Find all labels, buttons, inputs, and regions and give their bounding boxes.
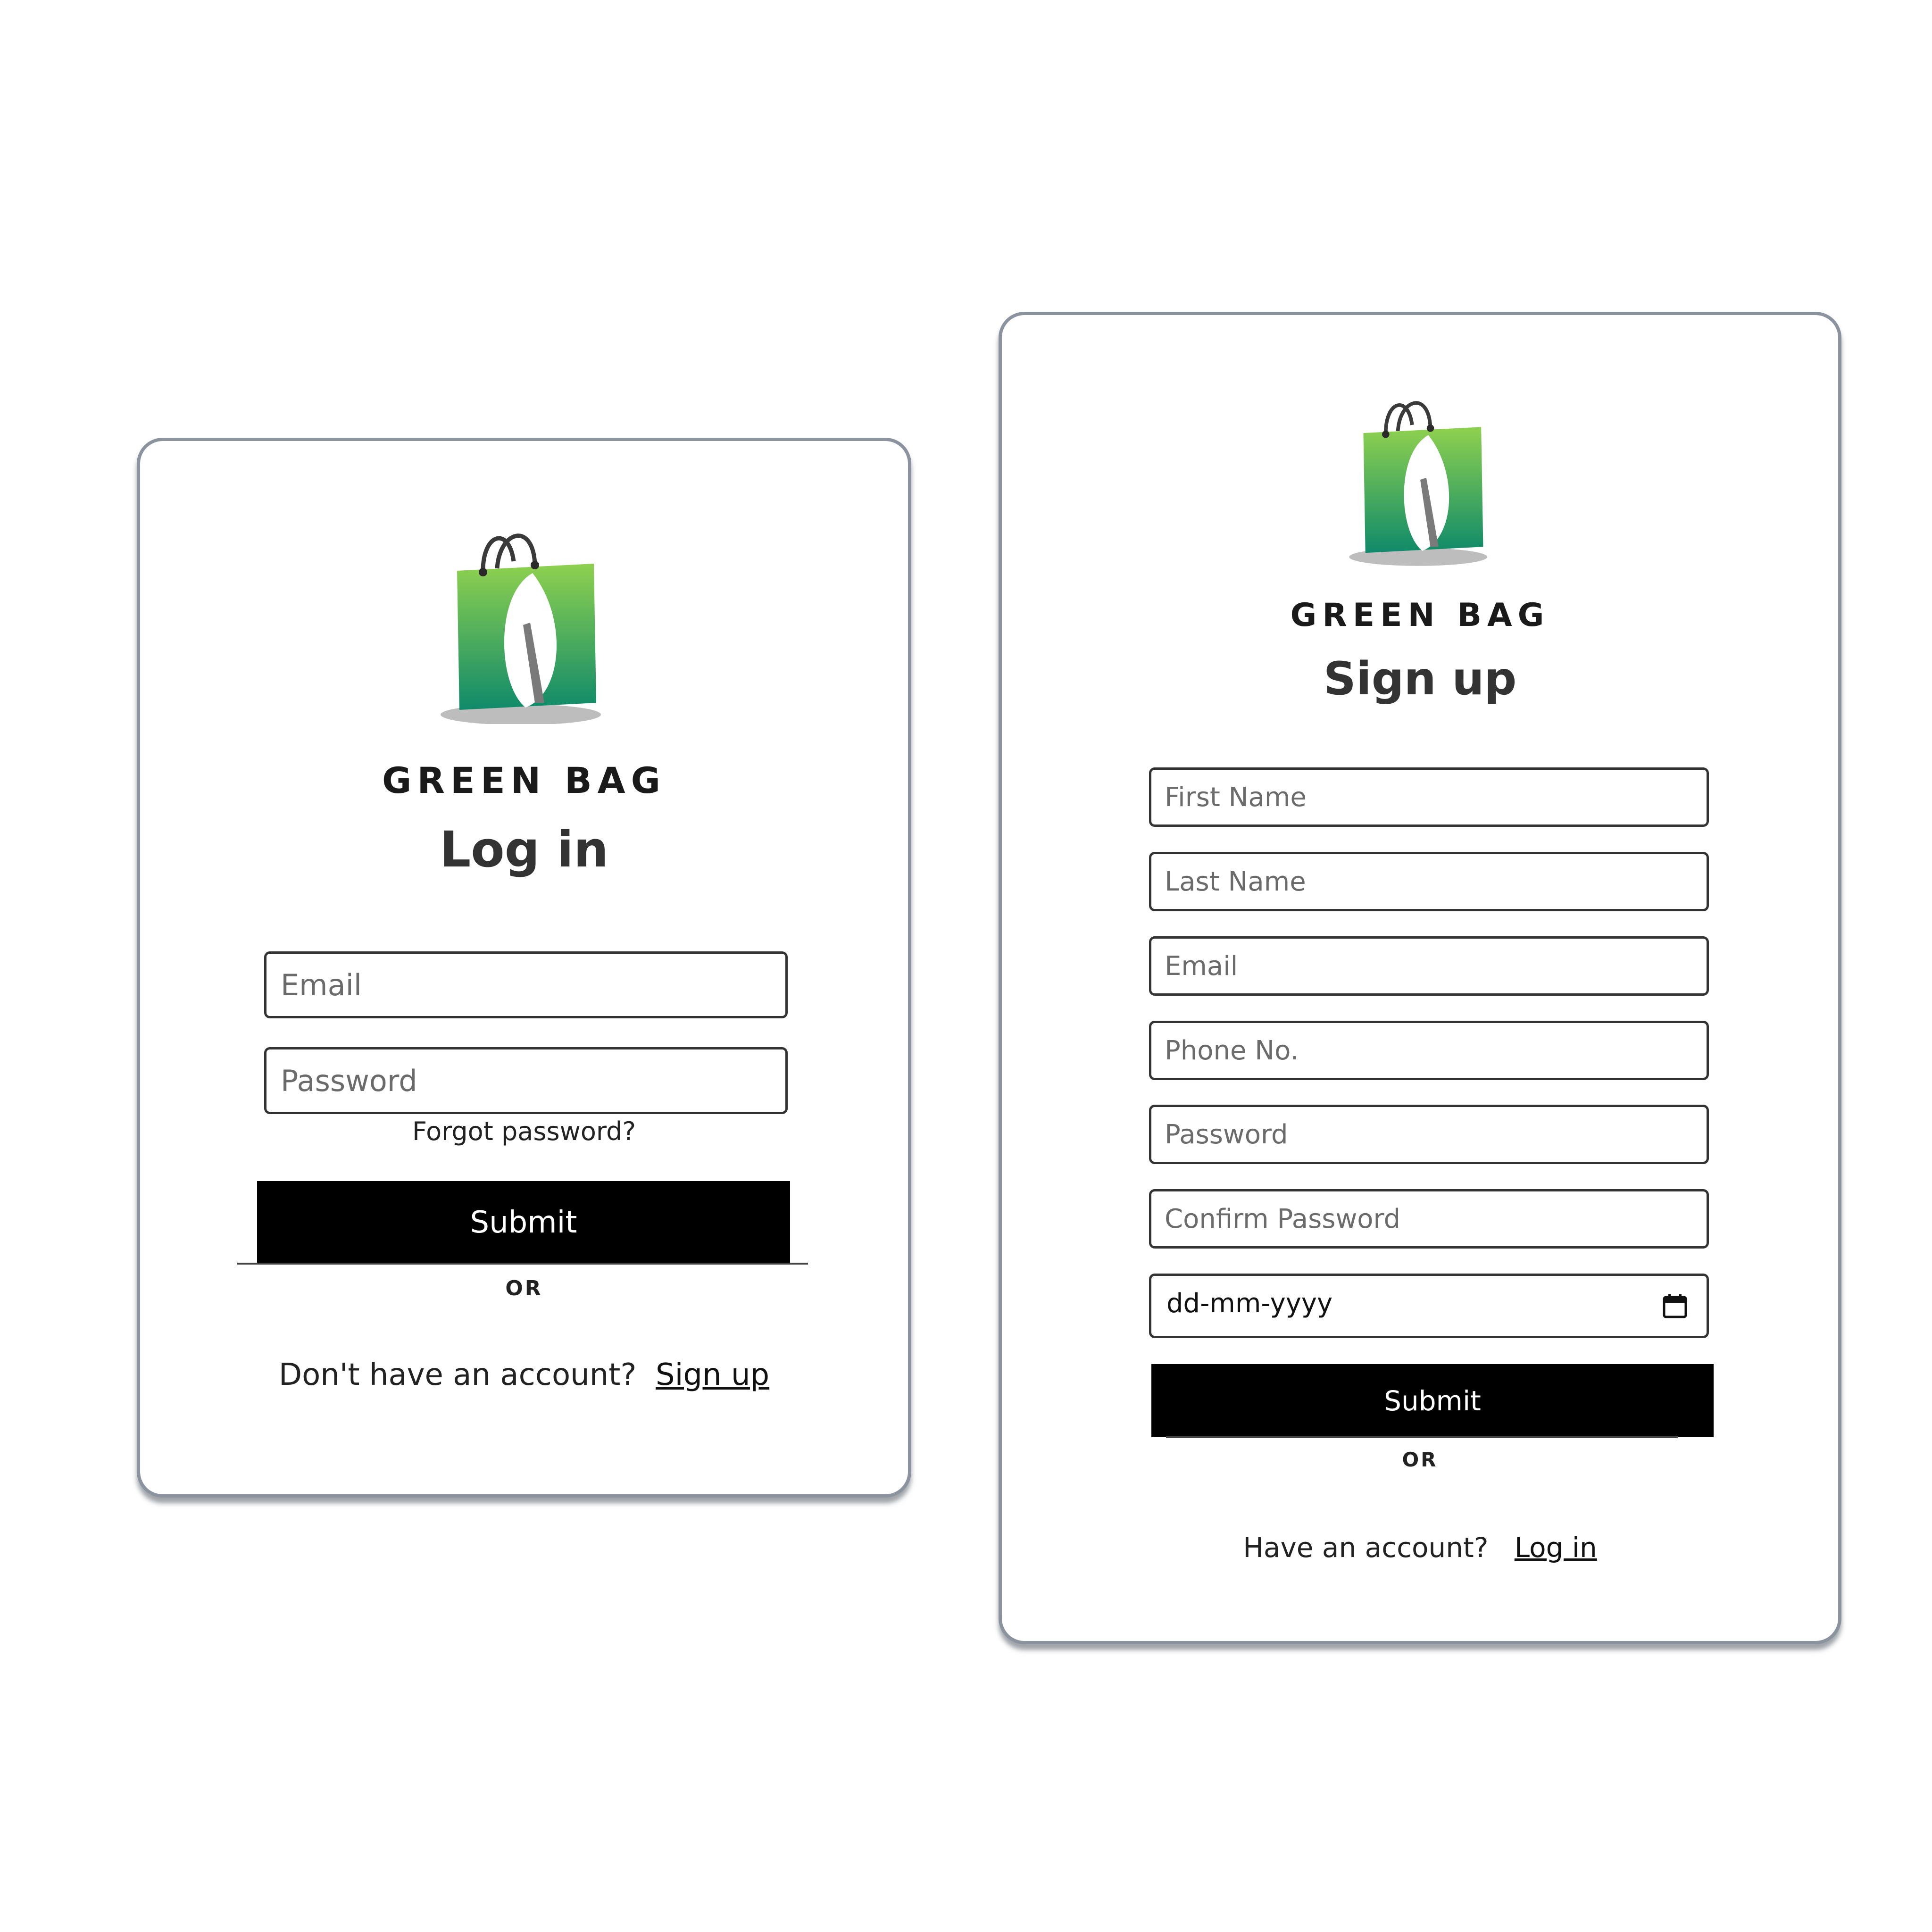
green-bag-logo-icon: [441, 533, 601, 724]
brand-name: GREEN BAG: [1290, 597, 1550, 634]
login-email-input[interactable]: [264, 951, 788, 1018]
date-placeholder: dd-mm-yyyy: [1166, 1288, 1333, 1319]
no-account-text: Don't have an account?: [278, 1357, 637, 1392]
login-password-input[interactable]: [264, 1047, 788, 1114]
first-name-input[interactable]: [1149, 767, 1709, 827]
brand-name: GREEN BAG: [382, 759, 666, 801]
have-account-text: Have an account?: [1243, 1532, 1489, 1564]
forgot-password-link[interactable]: Forgot password?: [140, 1116, 908, 1146]
signup-card: GREEN BAG Sign up dd-mm-yyyy Submit OR H…: [999, 312, 1841, 1644]
calendar-icon[interactable]: [1662, 1293, 1688, 1319]
login-link[interactable]: Log in: [1515, 1532, 1597, 1564]
login-footer: Don't have an account? Sign up: [140, 1357, 908, 1392]
signup-title: Sign up: [1323, 652, 1517, 705]
birthdate-input[interactable]: dd-mm-yyyy: [1149, 1274, 1709, 1338]
signup-or-text: OR: [1402, 1448, 1438, 1471]
green-bag-logo-icon: [1349, 401, 1488, 566]
phone-input[interactable]: [1149, 1021, 1709, 1080]
signup-password-input[interactable]: [1149, 1105, 1709, 1164]
signup-submit-button[interactable]: Submit: [1151, 1364, 1714, 1437]
signup-link[interactable]: Sign up: [656, 1357, 769, 1392]
last-name-input[interactable]: [1149, 852, 1709, 911]
signup-divider: [1166, 1436, 1678, 1438]
login-submit-button[interactable]: Submit: [257, 1181, 790, 1264]
login-divider: [237, 1263, 808, 1265]
signup-email-input[interactable]: [1149, 936, 1709, 996]
login-or-text: OR: [505, 1276, 543, 1300]
signup-footer: Have an account? Log in: [1002, 1532, 1838, 1564]
login-title: Log in: [439, 821, 609, 878]
login-card: GREEN BAG Log in Forgot password? Submit…: [137, 438, 911, 1498]
confirm-password-input[interactable]: [1149, 1189, 1709, 1249]
